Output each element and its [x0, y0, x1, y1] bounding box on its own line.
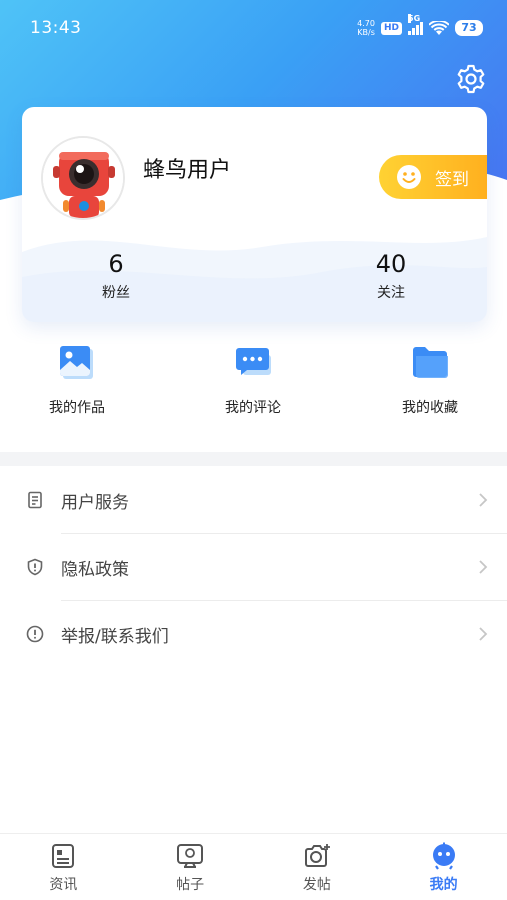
follow-count: 40: [375, 250, 407, 278]
cellular-signal-icon: 5G: [408, 14, 423, 35]
shield-icon: [27, 558, 43, 576]
fans-count: 6: [108, 250, 124, 278]
shortcut-label: 我的评论: [225, 400, 281, 416]
shortcut-label: 我的作品: [49, 400, 105, 416]
folder-icon: [413, 347, 448, 378]
gear-icon: [457, 64, 485, 94]
network-type: 5G: [408, 14, 421, 23]
shortcut-my-comments[interactable]: 我的评论: [193, 343, 313, 417]
smile-icon: [397, 165, 421, 189]
follow-label: 关注: [377, 285, 405, 301]
nav-label: 我的: [429, 877, 458, 893]
comment-icon: [236, 348, 271, 375]
follow-stat[interactable]: 40 关注: [341, 249, 441, 302]
avatar[interactable]: [41, 136, 125, 220]
fans-label: 粉丝: [102, 285, 130, 301]
camera-icon: [304, 844, 330, 867]
chevron-right-icon: [479, 560, 488, 574]
nav-tab-mine[interactable]: 我的: [380, 834, 507, 900]
profile-card: 蜂鸟用户 签到 6 粉丝 40 关注: [22, 107, 487, 322]
chevron-right-icon: [479, 493, 488, 507]
menu-item-label: 用户服务: [61, 493, 129, 513]
menu-item-user-service[interactable]: 用户服务: [0, 467, 507, 534]
nav-tab-create-post[interactable]: 发帖: [254, 834, 381, 900]
robot-icon: [432, 842, 455, 870]
hd-badge: HD: [380, 21, 402, 35]
nav-label: 帖子: [176, 877, 205, 893]
network-speed-value: 4.70: [357, 19, 375, 28]
fans-stat[interactable]: 6 粉丝: [66, 249, 166, 302]
nav-label: 资讯: [49, 877, 78, 893]
shortcut-label: 我的收藏: [402, 400, 458, 416]
post-icon: [177, 844, 204, 868]
network-speed-unit: KB/s: [357, 28, 375, 37]
shortcut-my-works[interactable]: 我的作品: [17, 343, 137, 417]
section-divider: [0, 452, 507, 466]
news-icon: [52, 844, 75, 868]
status-bar: 13:43 4.70 KB/s HD 5G 73: [0, 0, 507, 56]
menu-item-label: 举报/联系我们: [61, 627, 169, 647]
picture-icon: [60, 346, 93, 379]
menu-item-privacy-policy[interactable]: 隐私政策: [0, 534, 507, 601]
chevron-right-icon: [479, 627, 488, 641]
settings-button[interactable]: [455, 63, 487, 95]
network-speed: 4.70 KB/s: [357, 19, 375, 37]
battery-level: 73: [455, 20, 483, 36]
nav-tab-posts[interactable]: 帖子: [127, 834, 254, 900]
document-icon: [28, 491, 42, 509]
username: 蜂鸟用户: [143, 158, 232, 183]
nav-tab-news[interactable]: 资讯: [0, 834, 127, 900]
checkin-label: 签到: [435, 169, 469, 190]
menu-item-label: 隐私政策: [61, 560, 129, 580]
checkin-button[interactable]: 签到: [379, 155, 487, 199]
wifi-icon: [429, 20, 449, 35]
status-indicators: 4.70 KB/s HD 5G 73: [357, 14, 483, 37]
menu-item-report-contact[interactable]: 举报/联系我们: [0, 601, 507, 668]
nav-label: 发帖: [302, 877, 331, 893]
shortcut-my-favorites[interactable]: 我的收藏: [370, 343, 490, 417]
robot-avatar-icon: [43, 138, 123, 218]
status-time: 13:43: [30, 18, 82, 38]
bottom-navigation: 资讯 帖子 发帖 我的: [0, 833, 507, 900]
alert-icon: [26, 625, 44, 643]
